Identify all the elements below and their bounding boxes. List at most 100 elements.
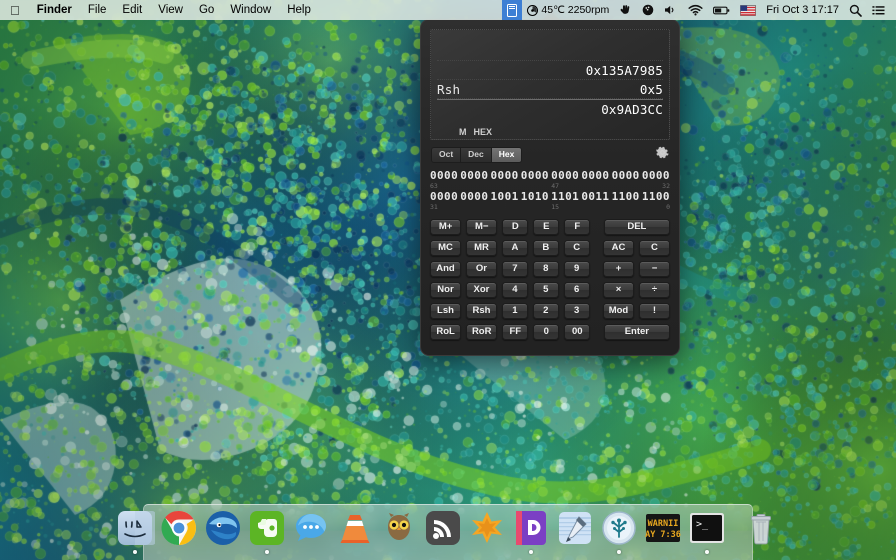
apple-logo-icon[interactable]:  — [0, 0, 29, 20]
key-sym[interactable]: ! — [638, 303, 670, 319]
key-00[interactable]: 00 — [564, 324, 591, 340]
base-segmented-control[interactable]: Oct Dec Hex — [431, 147, 523, 163]
dock-item-vlc[interactable] — [335, 508, 375, 548]
key-d[interactable]: D — [502, 219, 529, 235]
key-sym[interactable]: ÷ — [638, 282, 670, 298]
dock-item-chrome[interactable] — [159, 508, 199, 548]
calculator-menu-icon[interactable] — [502, 0, 523, 20]
key-6[interactable]: 6 — [563, 282, 590, 298]
bit-group: 1100 — [611, 190, 640, 203]
key-ror[interactable]: RoR — [466, 324, 498, 340]
menu-item-finder[interactable]: Finder — [29, 0, 80, 20]
key-lsh[interactable]: Lsh — [430, 303, 461, 319]
gear-icon[interactable] — [656, 146, 669, 164]
key-ff[interactable]: FF — [502, 324, 529, 340]
key-8[interactable]: 8 — [532, 261, 559, 277]
key-1[interactable]: 1 — [501, 303, 528, 319]
key-and[interactable]: And — [430, 261, 461, 277]
dock-item-thunderbird[interactable] — [203, 508, 243, 548]
dock-item-messages[interactable] — [291, 508, 331, 548]
menu-item-edit[interactable]: Edit — [114, 0, 150, 20]
menu-item-help[interactable]: Help — [279, 0, 319, 20]
menu-item-window[interactable]: Window — [222, 0, 279, 20]
key-5[interactable]: 5 — [532, 282, 559, 298]
binary-row-high[interactable]: 0000 0000 0000 0000 0000 0000 0000 0000 … — [430, 169, 670, 190]
battery-icon[interactable] — [708, 0, 735, 20]
key-sym[interactable]: − — [638, 261, 670, 277]
dock-item-owl-app[interactable] — [379, 508, 419, 548]
binary-row-low[interactable]: 0000 0000 1001 1010 1101 0011 1100 1100 … — [430, 190, 670, 211]
key-a[interactable]: A — [501, 240, 528, 256]
key-m+[interactable]: M+ — [430, 219, 462, 235]
dock-item-rss-reader[interactable] — [423, 508, 463, 548]
bit-group: 0000 — [641, 169, 670, 182]
bit-group: 1010 — [520, 190, 549, 203]
menu-bar-clock[interactable]: Fri Oct 3 17:17 — [761, 0, 844, 20]
spotlight-search-icon[interactable] — [844, 0, 867, 20]
key-4[interactable]: 4 — [501, 282, 528, 298]
menu-item-go[interactable]: Go — [191, 0, 222, 20]
dock-item-finder[interactable] — [115, 508, 155, 554]
base-tab-oct[interactable]: Oct — [431, 147, 462, 163]
key-7[interactable]: 7 — [501, 261, 528, 277]
notification-center-icon[interactable] — [867, 0, 890, 20]
key-rsh[interactable]: Rsh — [465, 303, 497, 319]
display-operation-row: Rsh 0x5 — [437, 80, 663, 99]
dock-item-wolfram[interactable] — [467, 508, 507, 548]
key-+[interactable]: + — [603, 261, 634, 277]
us-flag-icon[interactable] — [735, 0, 761, 20]
keypad-row: Nor Xor 4 5 6 × ÷ — [430, 282, 670, 298]
dock-item-warning-sign[interactable]: WARNII AY 7:36 — [643, 508, 683, 548]
key-m[interactable]: M− — [466, 219, 498, 235]
menu-item-view[interactable]: View — [150, 0, 191, 20]
running-indicator — [617, 550, 621, 554]
bowling-ball-icon[interactable] — [637, 0, 659, 20]
display-operation-label: Rsh — [437, 81, 461, 97]
key-3[interactable]: 3 — [563, 303, 590, 319]
volume-icon[interactable] — [659, 0, 683, 20]
key-or[interactable]: Or — [465, 261, 497, 277]
key-2[interactable]: 2 — [532, 303, 559, 319]
dock-item-dash[interactable] — [511, 508, 551, 554]
calculator-body: 0x135A7985 Rsh 0x5 0x9AD3CC M HEX Oct De… — [420, 19, 680, 356]
key-0[interactable]: 0 — [533, 324, 560, 340]
keypad-row: MC MR A B C AC C — [430, 240, 670, 256]
key-xor[interactable]: Xor — [465, 282, 497, 298]
bit-group: 0000 — [581, 169, 610, 182]
key-mod[interactable]: Mod — [603, 303, 634, 319]
fan-temp-status[interactable]: 45℃ 2250rpm — [522, 0, 614, 20]
key-mr[interactable]: MR — [465, 240, 497, 256]
key-e[interactable]: E — [533, 219, 560, 235]
base-selector-row: Oct Dec Hex — [421, 140, 679, 168]
key-f[interactable]: F — [564, 219, 591, 235]
key-9[interactable]: 9 — [563, 261, 590, 277]
calculator-display: 0x135A7985 Rsh 0x5 0x9AD3CC M HEX — [430, 29, 670, 140]
dock-item-trash[interactable] — [741, 508, 781, 548]
bit-label-15: 15 — [551, 203, 560, 211]
key-nor[interactable]: Nor — [430, 282, 461, 298]
dock-item-xcode[interactable] — [555, 508, 595, 548]
key-ac[interactable]: AC — [603, 240, 634, 256]
running-indicator — [133, 550, 137, 554]
key-c[interactable]: C — [638, 240, 670, 256]
hand-icon[interactable] — [614, 0, 637, 20]
dock-item-evernote[interactable] — [247, 508, 287, 554]
flag-memory: M — [459, 127, 467, 137]
key-sym[interactable]: × — [603, 282, 634, 298]
dock-item-terminal[interactable]: >_ — [687, 508, 727, 554]
bit-group: 0000 — [611, 169, 640, 182]
key-c[interactable]: C — [563, 240, 590, 256]
base-tab-dec[interactable]: Dec — [461, 147, 492, 163]
base-tab-hex[interactable]: Hex — [491, 147, 523, 163]
bit-group: 0000 — [490, 169, 519, 182]
dock-item-brain-app[interactable] — [599, 508, 639, 554]
menu-item-file[interactable]: File — [80, 0, 115, 20]
dock: WARNII AY 7:36 >_ — [118, 504, 771, 560]
key-rol[interactable]: RoL — [430, 324, 462, 340]
display-empty-line — [437, 34, 663, 61]
wifi-icon[interactable] — [683, 0, 708, 20]
key-del[interactable]: DEL — [603, 219, 670, 235]
key-b[interactable]: B — [532, 240, 559, 256]
key-enter[interactable]: Enter — [603, 324, 670, 340]
key-mc[interactable]: MC — [430, 240, 461, 256]
